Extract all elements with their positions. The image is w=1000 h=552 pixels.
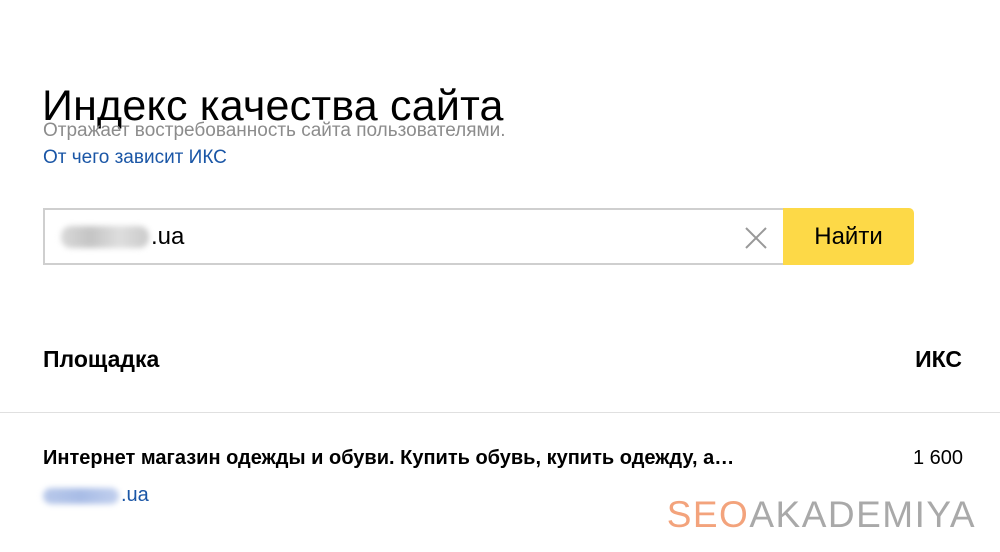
row-url-suffix: .ua	[121, 484, 149, 506]
blurred-domain	[61, 226, 149, 249]
close-icon[interactable]	[743, 225, 769, 251]
search-button[interactable]: Найти	[783, 208, 914, 265]
search-value-suffix: .ua	[151, 223, 185, 250]
table-row-title: Интернет магазин одежды и обуви. Купить …	[43, 447, 735, 469]
blurred-domain	[43, 487, 119, 504]
column-header-iks: ИКС	[915, 346, 962, 372]
help-link[interactable]: От чего зависит ИКС	[43, 148, 227, 167]
search-value[interactable]: .ua	[61, 223, 184, 252]
watermark-part1: SEO	[666, 494, 750, 535]
watermark-logo: SEOAKADEMIYA	[667, 496, 976, 533]
watermark-part2: AKADEMIYA	[749, 494, 976, 535]
search-input[interactable]: .ua	[43, 208, 783, 265]
table-row-url[interactable]: .ua	[43, 484, 149, 507]
table-divider	[0, 412, 1000, 413]
table-row-iks: 1 600	[912, 447, 963, 469]
column-header-site: Площадка	[43, 346, 160, 372]
page-subtitle: Отражает востребованность сайта пользова…	[43, 120, 506, 141]
